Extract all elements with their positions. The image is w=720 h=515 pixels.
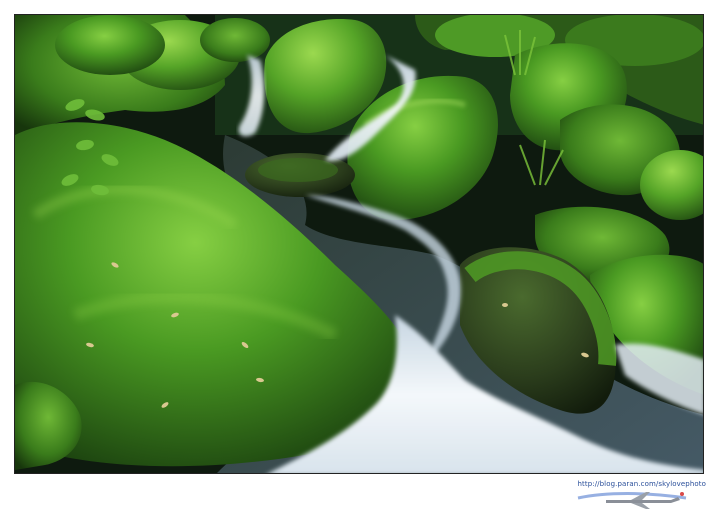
mossy-stream-photo (15, 15, 703, 473)
photo-frame (14, 14, 704, 474)
watermark-url: http://blog.paran.com/skylovephoto (577, 480, 706, 488)
watermark: http://blog.paran.com/skylovephoto (556, 478, 706, 510)
airplane-logo-icon (577, 492, 687, 509)
